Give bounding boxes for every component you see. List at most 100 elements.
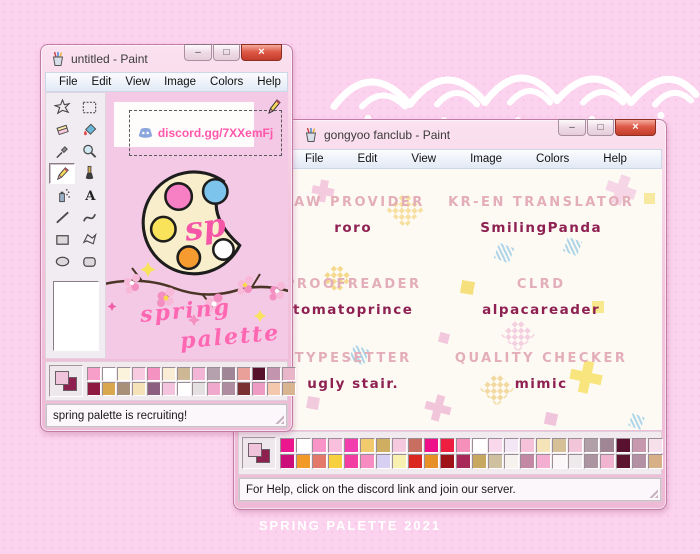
color-swatch[interactable]: [440, 453, 455, 469]
tool-magnifier[interactable]: [76, 141, 102, 162]
color-swatch[interactable]: [207, 366, 221, 381]
color-swatch[interactable]: [408, 437, 423, 453]
color-swatch[interactable]: [376, 453, 391, 469]
menu-edit[interactable]: Edit: [85, 76, 119, 88]
maximize-button[interactable]: □: [213, 44, 240, 61]
menu-file[interactable]: File: [305, 153, 324, 165]
menu-help[interactable]: Help: [250, 76, 288, 88]
tool-rounded-rectangle[interactable]: [76, 251, 102, 272]
color-swatch[interactable]: [282, 381, 296, 396]
tool-line[interactable]: [49, 207, 75, 228]
color-swatch[interactable]: [600, 437, 615, 453]
color-swatch[interactable]: [424, 437, 439, 453]
tool-curve[interactable]: [76, 207, 102, 228]
color-swatch[interactable]: [267, 366, 281, 381]
color-swatch[interactable]: [472, 437, 487, 453]
tool-text[interactable]: A: [76, 185, 102, 206]
drawing-canvas[interactable]: RAW PROVIDER roro KR-EN TRANSLATOR Smili…: [238, 169, 662, 430]
color-swatch[interactable]: [456, 437, 471, 453]
color-swatch[interactable]: [296, 453, 311, 469]
color-swatch[interactable]: [102, 366, 116, 381]
color-swatch[interactable]: [552, 437, 567, 453]
drawing-canvas[interactable]: discord.gg/7XXemFj sp spring palette: [106, 92, 288, 359]
color-swatch[interactable]: [117, 366, 131, 381]
tool-airbrush[interactable]: [49, 185, 75, 206]
color-swatch[interactable]: [177, 381, 191, 396]
tool-select[interactable]: [76, 97, 102, 118]
titlebar[interactable]: untitled - Paint – □ ×: [45, 44, 288, 72]
color-swatch[interactable]: [87, 366, 101, 381]
menu-colors[interactable]: Colors: [203, 76, 250, 88]
menu-view[interactable]: View: [411, 153, 436, 165]
color-swatch[interactable]: [280, 453, 295, 469]
foreground-color[interactable]: [55, 371, 69, 385]
color-swatch[interactable]: [392, 453, 407, 469]
maximize-button[interactable]: □: [587, 119, 614, 136]
color-swatch[interactable]: [536, 437, 551, 453]
tool-rectangle[interactable]: [49, 229, 75, 250]
color-swatch[interactable]: [568, 437, 583, 453]
color-swatch[interactable]: [568, 453, 583, 469]
color-swatch[interactable]: [648, 437, 663, 453]
color-swatch[interactable]: [472, 453, 487, 469]
color-swatch[interactable]: [267, 381, 281, 396]
color-swatch[interactable]: [632, 437, 647, 453]
color-swatch[interactable]: [237, 381, 251, 396]
menu-colors[interactable]: Colors: [536, 153, 569, 165]
resize-grip[interactable]: [274, 414, 284, 424]
foreground-color[interactable]: [248, 443, 262, 457]
color-swatch[interactable]: [102, 381, 116, 396]
color-swatch[interactable]: [162, 366, 176, 381]
color-swatch[interactable]: [408, 453, 423, 469]
color-swatch[interactable]: [237, 366, 251, 381]
close-button[interactable]: ×: [241, 44, 282, 61]
close-button[interactable]: ×: [615, 119, 656, 136]
color-swatch[interactable]: [520, 453, 535, 469]
tool-eraser[interactable]: [49, 119, 75, 140]
color-swatch[interactable]: [222, 381, 236, 396]
color-swatch[interactable]: [117, 381, 131, 396]
menu-edit[interactable]: Edit: [358, 153, 378, 165]
color-swatch[interactable]: [584, 453, 599, 469]
resize-grip[interactable]: [648, 488, 658, 498]
color-swatch[interactable]: [504, 437, 519, 453]
color-swatch[interactable]: [87, 381, 101, 396]
color-swatch[interactable]: [132, 381, 146, 396]
color-swatch[interactable]: [392, 437, 407, 453]
color-swatch[interactable]: [360, 453, 375, 469]
tool-polygon[interactable]: [76, 229, 102, 250]
color-swatch[interactable]: [376, 437, 391, 453]
color-swatch[interactable]: [192, 366, 206, 381]
tool-ellipse[interactable]: [49, 251, 75, 272]
color-swatch[interactable]: [280, 437, 295, 453]
color-swatch[interactable]: [632, 453, 647, 469]
color-swatch[interactable]: [520, 437, 535, 453]
color-swatch[interactable]: [252, 366, 266, 381]
menu-help[interactable]: Help: [603, 153, 627, 165]
tool-options-panel[interactable]: [52, 281, 99, 351]
menu-view[interactable]: View: [118, 76, 157, 88]
color-swatch[interactable]: [424, 453, 439, 469]
tool-brush[interactable]: [76, 163, 102, 184]
color-swatch[interactable]: [360, 437, 375, 453]
discord-invite-link[interactable]: discord.gg/7XXemFj: [158, 126, 273, 140]
color-swatch[interactable]: [312, 453, 327, 469]
menu-image[interactable]: Image: [157, 76, 203, 88]
color-swatch[interactable]: [192, 381, 206, 396]
titlebar[interactable]: gongyoo fanclub - Paint – □ ×: [238, 119, 662, 149]
color-swatch[interactable]: [207, 381, 221, 396]
color-swatch[interactable]: [312, 437, 327, 453]
discord-link-selection[interactable]: discord.gg/7XXemFj: [129, 99, 282, 156]
color-swatch[interactable]: [456, 453, 471, 469]
color-swatch[interactable]: [616, 437, 631, 453]
tool-pick-color[interactable]: [49, 141, 75, 162]
color-swatch[interactable]: [600, 453, 615, 469]
color-swatch[interactable]: [584, 437, 599, 453]
color-swatch[interactable]: [488, 453, 503, 469]
color-swatch[interactable]: [282, 366, 296, 381]
color-swatch[interactable]: [648, 453, 663, 469]
color-swatch[interactable]: [552, 453, 567, 469]
tool-pencil[interactable]: [49, 163, 75, 184]
minimize-button[interactable]: –: [184, 44, 212, 61]
color-swatch[interactable]: [147, 366, 161, 381]
